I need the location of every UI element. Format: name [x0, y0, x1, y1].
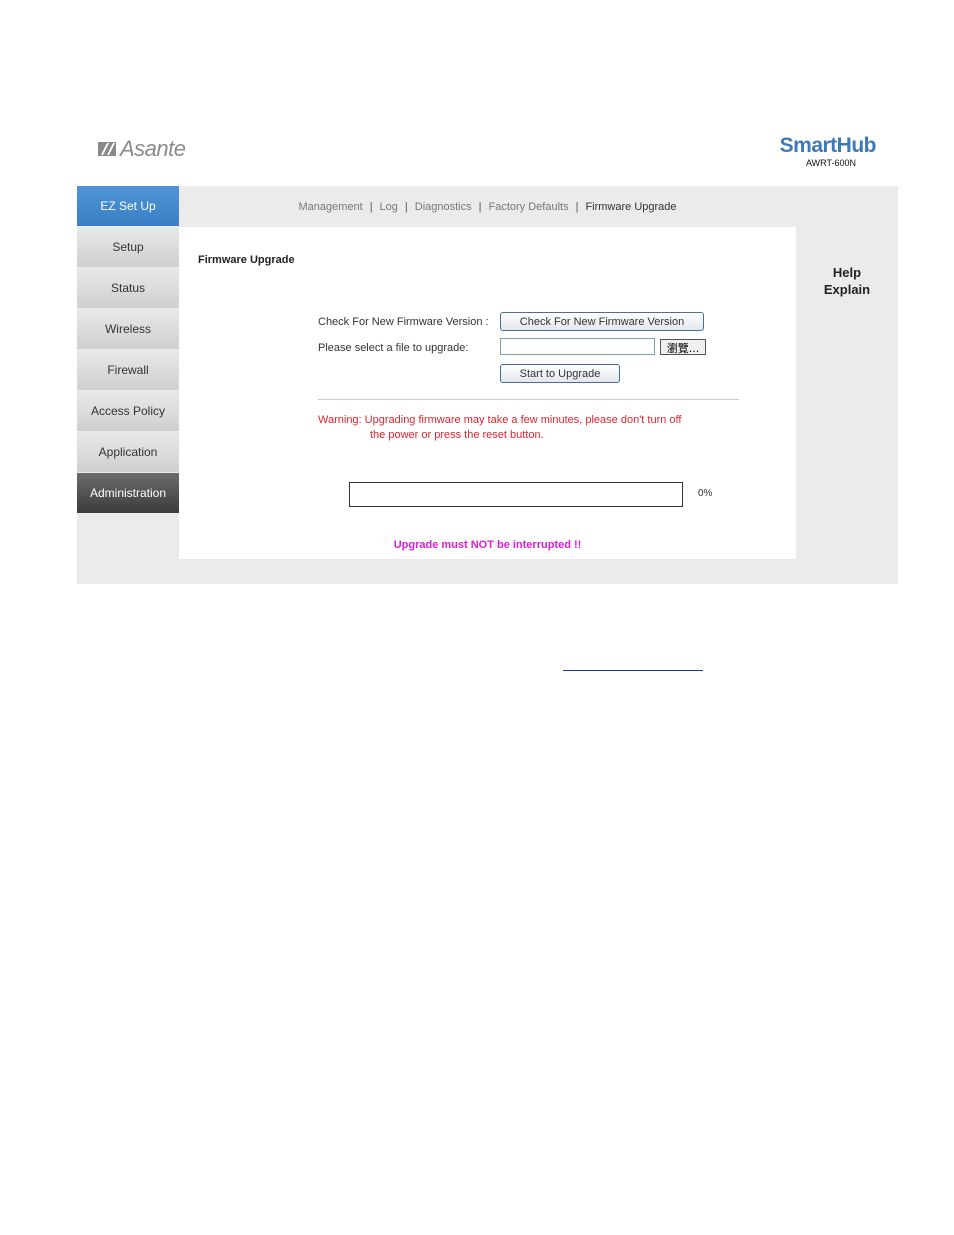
sidebar-item-administration[interactable]: Administration	[77, 473, 179, 513]
sidebar-item-status[interactable]: Status	[77, 268, 179, 308]
subnav-diagnostics[interactable]: Diagnostics	[415, 201, 472, 213]
subnav-management[interactable]: Management	[298, 201, 362, 213]
interrupt-notice: Upgrade must NOT be interrupted !!	[393, 539, 582, 551]
subnav-separator: |	[369, 200, 373, 213]
firmware-file-input[interactable]	[500, 338, 655, 355]
sidebar-item-firewall[interactable]: Firewall	[77, 350, 179, 390]
section-divider	[318, 399, 739, 400]
upgrade-progress-bar	[349, 482, 683, 507]
upgrade-progress-percent: 0%	[698, 488, 713, 499]
help-subtitle: Explain	[823, 282, 871, 297]
asante-mark-icon	[98, 142, 116, 156]
warning-message: Warning: Upgrading firmware may take a f…	[318, 413, 718, 443]
check-firmware-label: Check For New Firmware Version :	[318, 316, 489, 328]
sidebar-item-application[interactable]: Application	[77, 432, 179, 472]
subnav-separator: |	[478, 200, 482, 213]
smarthub-brand: SmartHub	[779, 134, 877, 157]
warning-label: Warning:	[318, 414, 362, 426]
help-panel: Help Explain	[796, 264, 898, 298]
smarthub-logo: SmartHub AWRT-600N	[770, 134, 877, 168]
sidebar-nav: EZ Set Up Setup Status Wireless Firewall…	[77, 186, 179, 514]
subnav-firmware-upgrade[interactable]: Firmware Upgrade	[585, 201, 676, 213]
browse-button[interactable]: 瀏覽...	[660, 339, 706, 355]
asante-logo: Asante	[98, 136, 186, 162]
warning-line-2: the power or press the reset button.	[370, 429, 544, 441]
sidebar-item-access-policy[interactable]: Access Policy	[77, 391, 179, 431]
sidebar-item-setup[interactable]: Setup	[77, 227, 179, 267]
link-underline	[563, 670, 703, 671]
subnav-factory-defaults[interactable]: Factory Defaults	[488, 201, 568, 213]
subnav-separator: |	[575, 200, 579, 213]
page-title: Firmware Upgrade	[198, 254, 295, 266]
select-file-label: Please select a file to upgrade:	[318, 342, 469, 354]
warning-line-1: Upgrading firmware may take a few minute…	[364, 414, 682, 426]
subnav-log[interactable]: Log	[380, 201, 398, 213]
sidebar-item-wireless[interactable]: Wireless	[77, 309, 179, 349]
content-panel: Firmware Upgrade Check For New Firmware …	[179, 227, 796, 559]
subnav-separator: |	[404, 200, 408, 213]
asante-logo-text: Asante	[120, 136, 186, 161]
sub-navigation: Management | Log | Diagnostics | Factory…	[179, 186, 796, 227]
sidebar-item-ez-setup[interactable]: EZ Set Up	[77, 186, 179, 226]
start-upgrade-button[interactable]: Start to Upgrade	[500, 364, 620, 383]
check-firmware-button[interactable]: Check For New Firmware Version	[500, 312, 704, 331]
model-number: AWRT-600N	[805, 158, 856, 168]
help-title: Help	[832, 265, 862, 280]
